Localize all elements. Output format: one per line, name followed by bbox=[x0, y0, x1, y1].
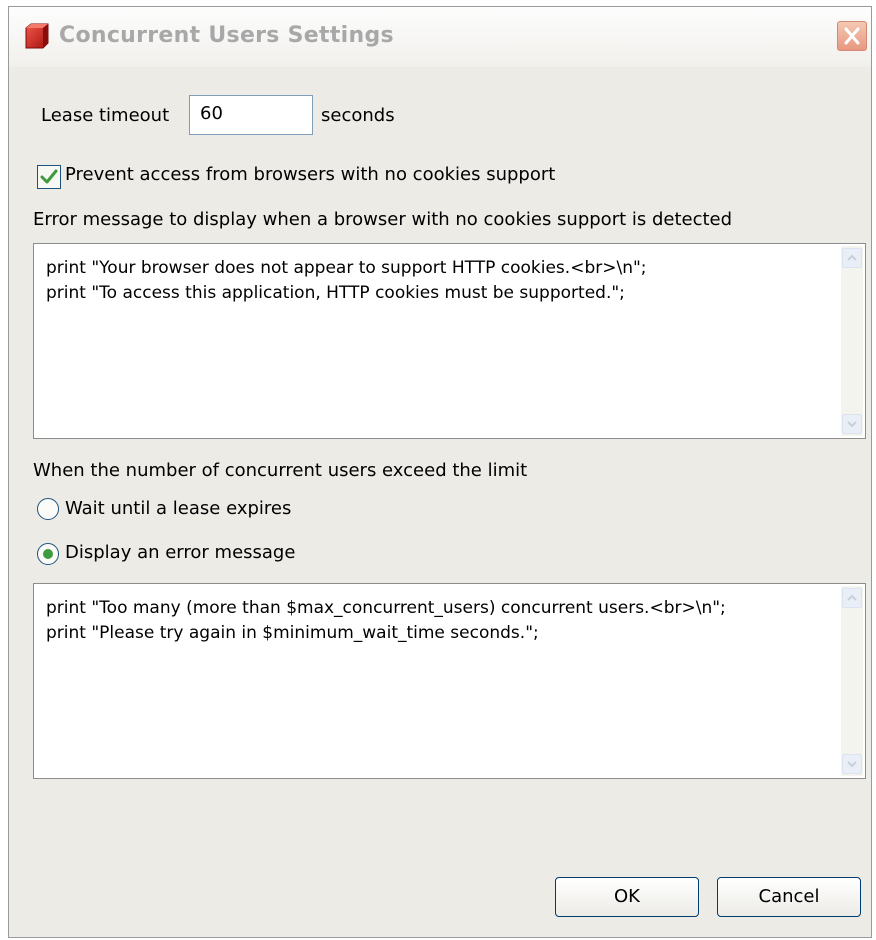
checkmark-icon bbox=[40, 169, 58, 184]
scroll-up-button[interactable] bbox=[842, 588, 862, 608]
cookie-error-scrollbar[interactable] bbox=[841, 246, 863, 436]
wait-lease-label[interactable]: Wait until a lease expires bbox=[65, 498, 291, 519]
seconds-label: seconds bbox=[321, 105, 395, 126]
scroll-down-arrow-icon bbox=[847, 421, 857, 428]
cookie-error-textarea[interactable]: print "Your browser does not appear to s… bbox=[33, 243, 866, 439]
exceed-limit-label: When the number of concurrent users exce… bbox=[33, 460, 528, 481]
close-icon bbox=[844, 27, 860, 45]
scroll-down-button[interactable] bbox=[842, 414, 862, 434]
prevent-cookies-checkbox[interactable] bbox=[37, 165, 61, 189]
lease-timeout-label: Lease timeout bbox=[41, 105, 170, 126]
display-error-radio[interactable] bbox=[37, 543, 59, 565]
lease-timeout-input[interactable]: 60 bbox=[189, 95, 313, 135]
limit-error-textarea[interactable]: print "Too many (more than $max_concurre… bbox=[33, 583, 866, 779]
app-icon bbox=[25, 23, 49, 49]
scroll-up-arrow-icon bbox=[847, 594, 857, 601]
scroll-up-arrow-icon bbox=[847, 254, 857, 261]
close-button[interactable] bbox=[837, 21, 867, 51]
cancel-button[interactable]: Cancel bbox=[717, 877, 861, 917]
dialog-title: Concurrent Users Settings bbox=[59, 23, 394, 48]
ok-button[interactable]: OK bbox=[555, 877, 699, 917]
cookie-error-label: Error message to display when a browser … bbox=[33, 209, 733, 230]
scroll-down-button[interactable] bbox=[842, 754, 862, 774]
wait-lease-radio[interactable] bbox=[37, 498, 59, 520]
cookie-error-text: print "Your browser does not appear to s… bbox=[46, 258, 647, 303]
limit-error-scrollbar[interactable] bbox=[841, 586, 863, 776]
scroll-down-arrow-icon bbox=[847, 761, 857, 768]
settings-dialog: Concurrent Users Settings Lease timeout … bbox=[8, 6, 872, 938]
prevent-cookies-label[interactable]: Prevent access from browsers with no coo… bbox=[65, 164, 555, 185]
display-error-label[interactable]: Display an error message bbox=[65, 542, 295, 563]
title-bar[interactable]: Concurrent Users Settings bbox=[9, 7, 871, 67]
limit-error-text: print "Too many (more than $max_concurre… bbox=[46, 598, 726, 643]
scroll-up-button[interactable] bbox=[842, 248, 862, 268]
radio-selected-dot bbox=[43, 549, 53, 559]
